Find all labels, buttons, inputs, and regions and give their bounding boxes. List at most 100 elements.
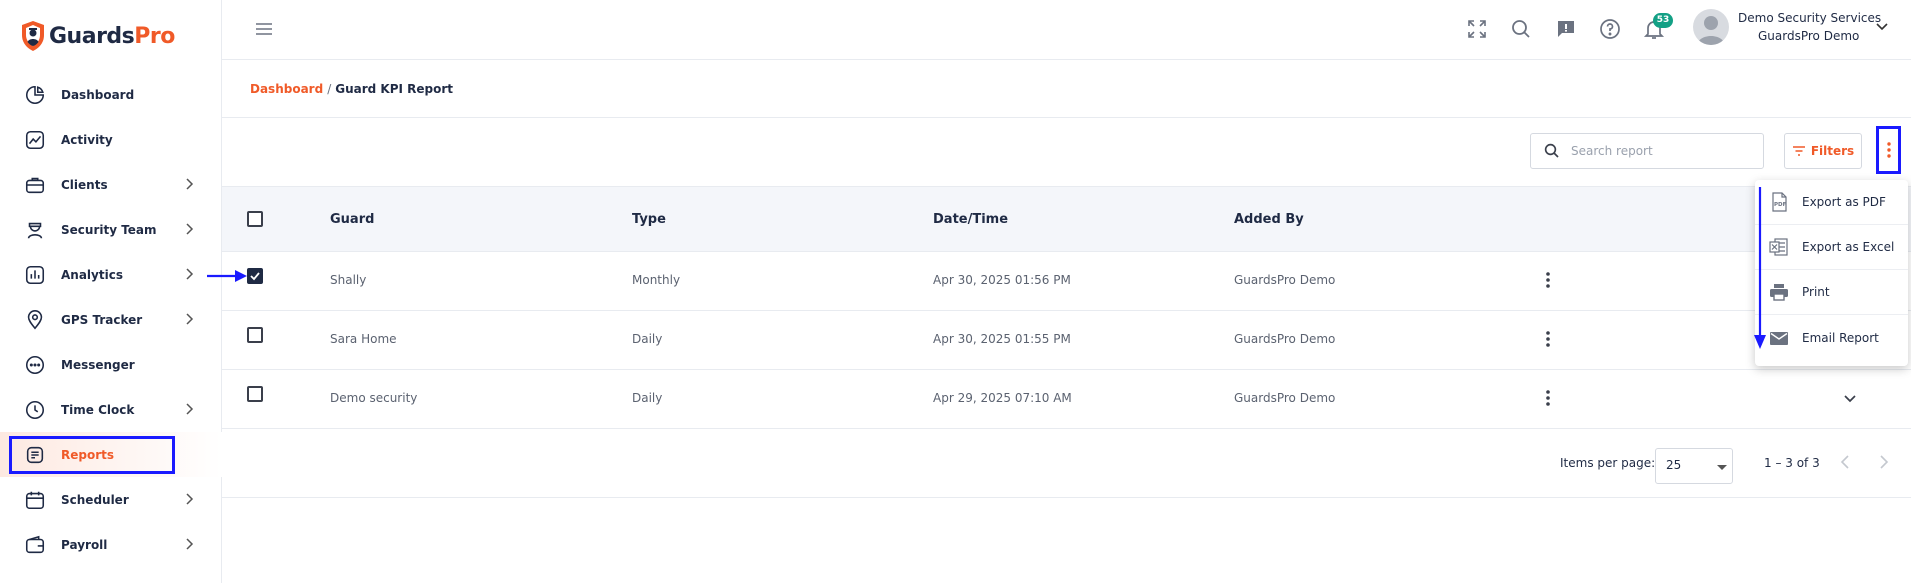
menu-item-email-report[interactable]: Email Report [1755,315,1908,360]
topbar: 53 Demo Security Services GuardsPro Demo [222,0,1911,60]
search-input[interactable] [1571,134,1756,168]
previous-page-icon[interactable] [1840,454,1850,470]
sidebar-item-label: Time Clock [61,402,135,417]
sidebar-item-activity[interactable]: Activity [0,117,222,162]
row-checkbox[interactable] [247,327,263,343]
table-row[interactable]: Sara Home Daily Apr 30, 2025 01:55 PM Gu… [222,311,1911,370]
shield-logo-icon [22,21,44,51]
filter-icon [1792,146,1805,156]
breadcrumb-bar: Dashboard / Guard KPI Report [222,60,1911,118]
cell-datetime: Apr 30, 2025 01:56 PM [933,273,1071,287]
items-per-page-label: Items per page: [1560,456,1656,470]
email-icon [1770,331,1788,345]
user-silhouette-icon [1697,16,1725,45]
items-per-page-value: 25 [1666,458,1682,472]
items-per-page-select[interactable]: 25 [1655,448,1733,484]
menu-toggle-icon[interactable] [254,21,274,37]
expand-row-chevron-icon[interactable] [1843,394,1857,404]
sidebar-item-time-clock[interactable]: Time Clock [0,387,222,432]
brand-logo[interactable]: GuardsPro [20,20,175,52]
user-name: GuardsPro Demo [1758,29,1860,43]
page-range-label: 1 – 3 of 3 [1764,456,1820,470]
sidebar-item-messenger[interactable]: Messenger [0,342,222,387]
menu-item-export-excel[interactable]: Export as Excel [1755,225,1908,270]
clock-icon [24,399,46,421]
menu-item-label: Email Report [1802,330,1879,345]
cell-guard: Shally [330,273,367,287]
column-header-datetime[interactable]: Date/Time [933,212,1008,227]
cell-added-by: GuardsPro Demo [1234,273,1336,287]
sidebar-item-scheduler[interactable]: Scheduler [0,477,222,522]
search-icon[interactable] [1509,17,1533,41]
sidebar-item-label: Scheduler [61,492,129,507]
sidebar-item-label: Clients [61,177,108,192]
column-header-type[interactable]: Type [632,212,666,227]
fullscreen-icon[interactable] [1465,17,1489,41]
sidebar-item-analytics[interactable]: Analytics [0,252,222,297]
row-actions-icon[interactable] [1545,329,1551,349]
sidebar-item-label: Activity [61,132,113,147]
sidebar-item-label: Dashboard [61,87,135,102]
sidebar-item-label: GPS Tracker [61,312,143,327]
row-actions-icon[interactable] [1545,388,1551,408]
cell-guard: Demo security [330,391,418,405]
sidebar-item-label: Messenger [61,357,135,372]
help-icon[interactable] [1598,17,1622,41]
column-header-guard[interactable]: Guard [330,212,374,227]
menu-item-print[interactable]: Print [1755,270,1908,315]
activity-icon [24,129,46,151]
sidebar-item-label: Security Team [61,222,157,237]
notification-badge: 53 [1653,13,1673,28]
sidebar-item-gps-tracker[interactable]: GPS Tracker [0,297,222,342]
bar-chart-icon [24,264,46,286]
cell-datetime: Apr 29, 2025 07:10 AM [933,391,1072,405]
search-box [1530,133,1764,169]
sidebar-item-clients[interactable]: Clients [0,162,222,207]
printer-icon [1770,284,1788,301]
search-icon [1544,143,1559,158]
menu-item-label: Print [1802,285,1830,299]
select-all-checkbox[interactable] [247,211,263,227]
user-company: Demo Security Services [1738,11,1882,25]
table-row[interactable]: Shally Monthly Apr 30, 2025 01:56 PM Gua… [222,252,1911,311]
map-pin-icon [24,309,46,331]
sidebar-nav: Dashboard Activity Clients Security Team… [0,72,222,567]
sidebar-item-security-team[interactable]: Security Team [0,207,222,252]
excel-file-icon [1769,238,1788,256]
sidebar-item-label: Analytics [61,267,123,282]
kebab-icon [1886,142,1891,158]
chevron-right-icon [186,268,194,280]
sidebar: GuardsPro Dashboard Activity Clients Sec… [0,0,222,583]
sidebar-item-dashboard[interactable]: Dashboard [0,72,222,117]
reports-highlight-annotation [9,436,175,474]
brand-name: GuardsPro [49,23,175,49]
guard-icon [24,219,46,241]
svg-text:PDF: PDF [1774,202,1787,208]
calendar-icon [24,489,46,511]
cell-added-by: GuardsPro Demo [1234,332,1336,346]
wallet-icon [24,534,46,556]
sidebar-item-payroll[interactable]: Payroll [0,522,222,567]
row-actions-icon[interactable] [1545,270,1551,290]
filters-button[interactable]: Filters [1784,133,1862,169]
column-header-added-by[interactable]: Added By [1234,212,1304,227]
chevron-right-icon [186,493,194,505]
export-menu: PDF Export as PDF Export as Excel Print … [1755,180,1908,366]
chevron-right-icon [186,178,194,190]
chevron-right-icon [186,538,194,550]
cell-type: Daily [632,332,663,346]
feedback-icon[interactable] [1554,17,1578,41]
breadcrumb-link-dashboard[interactable]: Dashboard [250,82,323,96]
more-options-button[interactable] [1876,126,1901,174]
table-row[interactable]: Demo security Daily Apr 29, 2025 07:10 A… [222,370,1911,429]
row-checkbox[interactable] [247,386,263,402]
cell-type: Monthly [632,273,681,287]
chevron-down-icon[interactable] [1875,22,1889,32]
row-checkbox[interactable] [247,268,263,284]
menu-item-export-pdf[interactable]: PDF Export as PDF [1755,180,1908,225]
page-title: Guard KPI Report [335,82,454,96]
next-page-icon[interactable] [1879,454,1889,470]
cell-added-by: GuardsPro Demo [1234,391,1336,405]
annotation-arrow-down-icon [1754,187,1766,349]
avatar[interactable] [1693,9,1729,45]
